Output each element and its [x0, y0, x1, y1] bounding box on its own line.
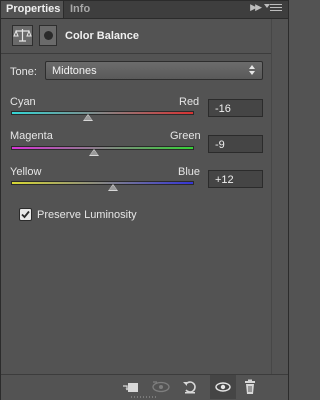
cyan-red-slider-track[interactable]	[11, 111, 194, 115]
preserve-luminosity-label: Preserve Luminosity	[37, 209, 137, 221]
cyan-red-value-input[interactable]: -16	[208, 99, 263, 117]
double-chevron-right-icon[interactable]: ▶▶	[250, 2, 262, 13]
panel-tab-bar: Properties Info ▶▶	[1, 1, 288, 19]
resize-grip[interactable]	[131, 396, 157, 398]
green-label: Green	[170, 130, 201, 142]
tone-selected-value: Midtones	[52, 65, 97, 77]
visibility-eye-icon[interactable]	[214, 379, 232, 395]
scrollbar[interactable]	[272, 19, 288, 374]
magenta-green-slider-track[interactable]	[11, 146, 194, 150]
tab-properties-label: Properties	[6, 3, 61, 15]
red-label: Red	[179, 96, 200, 108]
trash-icon[interactable]	[242, 379, 260, 395]
magenta-label: Magenta	[10, 130, 53, 142]
clip-to-layer-icon[interactable]	[122, 379, 140, 395]
tone-label: Tone:	[10, 66, 37, 78]
tone-dropdown[interactable]: Midtones	[45, 61, 263, 80]
tab-properties[interactable]: Properties	[1, 1, 64, 18]
reset-icon[interactable]	[181, 379, 199, 395]
tab-info[interactable]: Info	[65, 1, 97, 18]
checkmark-icon	[21, 210, 30, 219]
color-balance-scale-icon[interactable]	[12, 25, 33, 46]
yellow-blue-slider-thumb[interactable]	[108, 184, 119, 191]
layer-mask-icon[interactable]	[39, 25, 57, 46]
yellow-label: Yellow	[10, 166, 42, 178]
panel-menu-icon[interactable]	[264, 4, 282, 14]
magenta-green-value-input[interactable]: -9	[208, 135, 263, 153]
yellow-blue-value-input[interactable]: +12	[208, 170, 263, 188]
panel-title: Color Balance	[65, 30, 139, 42]
panel-header: Color Balance	[1, 19, 288, 53]
header-divider	[1, 53, 288, 54]
properties-panel: Properties Info ▶▶ Color Balance Tone: M…	[0, 0, 289, 400]
magenta-green-slider-thumb[interactable]	[89, 149, 100, 156]
cyan-red-slider-thumb[interactable]	[82, 114, 93, 121]
blue-label: Blue	[178, 166, 201, 178]
cyan-label: Cyan	[10, 96, 36, 108]
tab-info-label: Info	[70, 3, 91, 15]
yellow-blue-slider-track[interactable]	[11, 181, 194, 185]
view-previous-state-icon[interactable]	[151, 379, 170, 395]
preserve-luminosity-checkbox[interactable]	[19, 208, 32, 221]
up-down-arrows-icon	[249, 65, 256, 75]
